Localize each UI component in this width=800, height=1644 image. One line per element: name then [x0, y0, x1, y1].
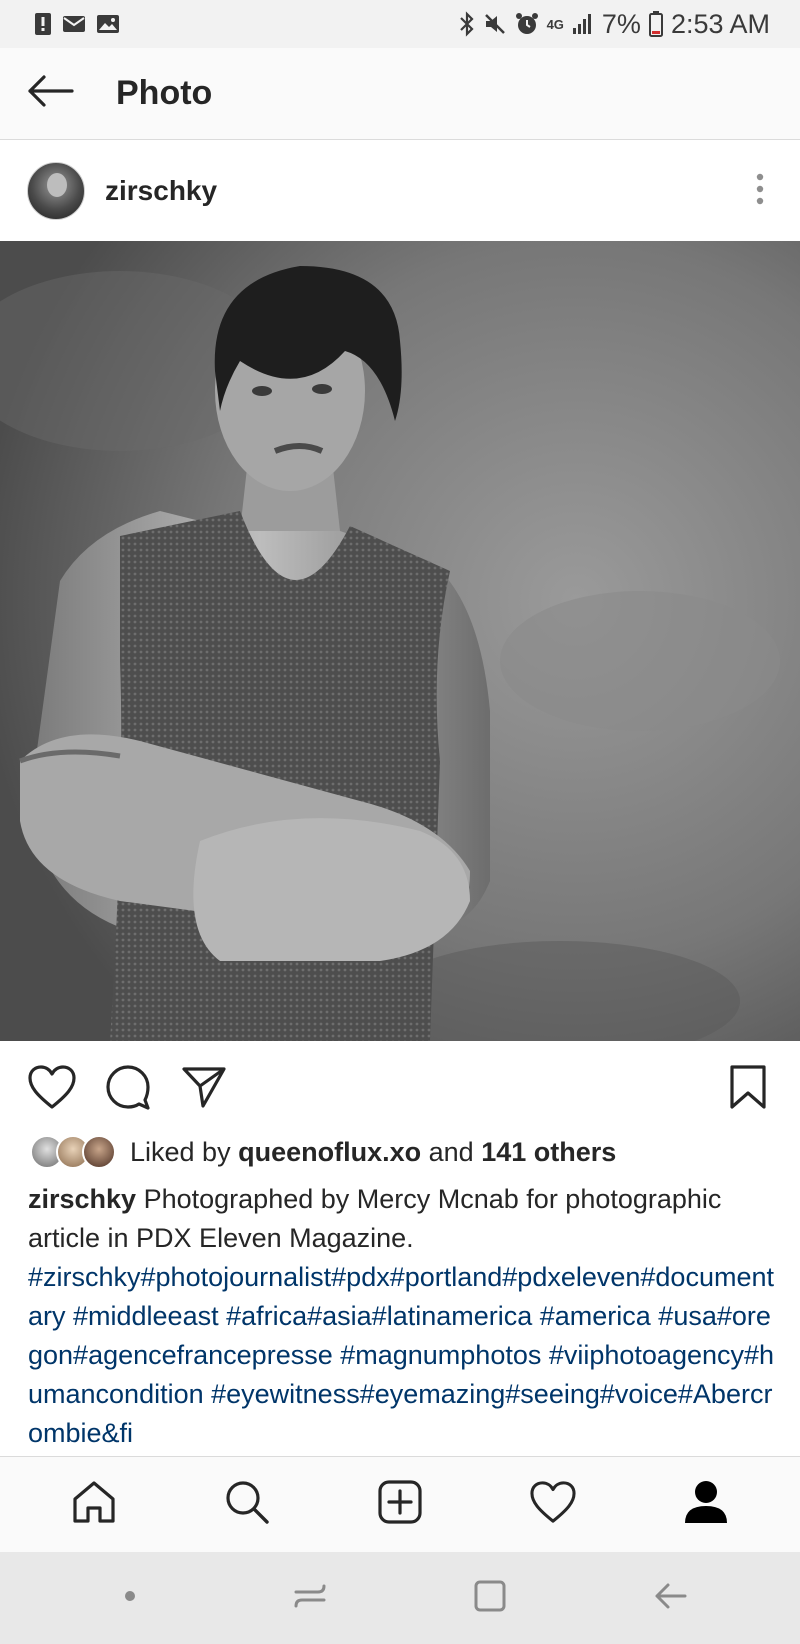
image-icon	[96, 14, 120, 34]
bottom-nav	[0, 1456, 800, 1552]
signal-icon	[572, 13, 594, 35]
nav-activity-button[interactable]	[521, 1473, 585, 1537]
mail-icon	[62, 15, 86, 33]
nav-add-button[interactable]	[368, 1473, 432, 1537]
add-post-icon	[377, 1479, 423, 1530]
post-username[interactable]: zirschky	[105, 175, 217, 207]
liker-username[interactable]: queenoflux.xo	[238, 1137, 421, 1167]
post-actions	[0, 1041, 800, 1137]
heart-icon	[529, 1480, 577, 1529]
system-nav-bar	[0, 1552, 800, 1644]
likes-count[interactable]: 141 others	[481, 1137, 616, 1167]
clock: 2:53 AM	[670, 8, 770, 39]
home-system-button[interactable]	[460, 1568, 520, 1628]
bluetooth-icon	[459, 11, 475, 37]
send-icon	[181, 1065, 227, 1114]
more-options-button[interactable]	[740, 161, 780, 221]
post-photo[interactable]	[0, 241, 800, 1041]
square-icon	[473, 1579, 507, 1618]
arrow-left-icon	[653, 1581, 687, 1616]
avatar	[82, 1135, 116, 1169]
page-title: Photo	[116, 74, 213, 112]
profile-icon	[683, 1479, 729, 1530]
notification-icons	[34, 12, 120, 36]
comment-icon	[105, 1064, 151, 1115]
back-system-button[interactable]	[640, 1568, 700, 1628]
bookmark-icon	[729, 1064, 767, 1115]
app-header: Photo	[0, 48, 800, 140]
caption-hashtags[interactable]: #zirschky#photojournalist#pdx#portland#p…	[28, 1258, 778, 1453]
portrait-photo	[0, 241, 800, 1041]
save-button[interactable]	[720, 1061, 776, 1117]
likes-connector: and	[428, 1136, 474, 1167]
nav-profile-button[interactable]	[674, 1473, 738, 1537]
post-header: zirschky	[0, 141, 800, 241]
nav-search-button[interactable]	[215, 1473, 279, 1537]
arrow-left-icon	[26, 73, 74, 114]
search-icon	[224, 1479, 270, 1530]
home-icon	[71, 1479, 117, 1530]
recents-icon	[292, 1580, 328, 1617]
nav-home-button[interactable]	[62, 1473, 126, 1537]
alarm-icon	[515, 12, 539, 36]
more-vertical-icon	[756, 173, 764, 210]
back-button[interactable]	[0, 48, 100, 140]
status-bar: 4G 7% 2:53 AM	[0, 0, 800, 48]
like-button[interactable]	[24, 1061, 80, 1117]
battery-low-icon	[648, 11, 663, 37]
post-caption: zirschky Photographed by Mercy Mcnab for…	[28, 1180, 778, 1453]
likes-text: Liked by queenoflux.xo and 141 others	[130, 1137, 616, 1168]
system-status: 4G 7% 2:53 AM	[459, 9, 770, 40]
recents-button[interactable]	[280, 1568, 340, 1628]
network-type: 4G	[546, 16, 564, 32]
dot-icon	[124, 1589, 136, 1607]
mute-icon	[483, 12, 507, 36]
liker-avatars	[30, 1135, 116, 1169]
heart-icon	[27, 1064, 77, 1115]
likes-prefix: Liked by	[130, 1136, 231, 1167]
alert-icon	[34, 12, 52, 36]
user-avatar[interactable]	[27, 162, 85, 220]
comment-button[interactable]	[100, 1061, 156, 1117]
caption-username[interactable]: zirschky	[28, 1184, 136, 1214]
likes-summary[interactable]: Liked by queenoflux.xo and 141 others	[30, 1132, 616, 1172]
battery-percent: 7%	[601, 8, 641, 39]
share-button[interactable]	[176, 1061, 232, 1117]
system-dot-button[interactable]	[100, 1568, 160, 1628]
